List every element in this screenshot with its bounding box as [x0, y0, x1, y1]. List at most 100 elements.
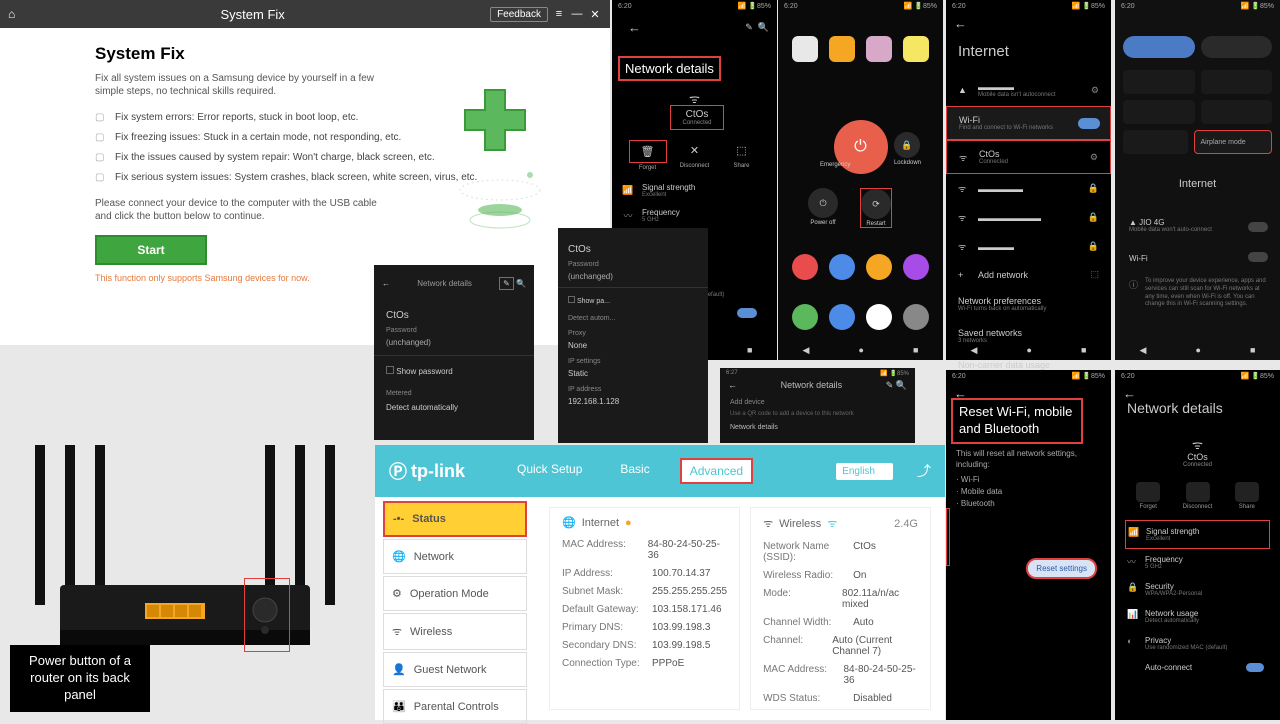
back-button[interactable]: ←: [946, 12, 1111, 35]
qs-item[interactable]: [1201, 100, 1273, 124]
qs-item[interactable]: [1123, 70, 1195, 94]
qs-item[interactable]: [1123, 100, 1195, 124]
feature-icon: ▢: [95, 132, 107, 143]
sidebar-wireless[interactable]: ᯤWireless: [383, 613, 527, 650]
qs-tile[interactable]: [1123, 36, 1195, 58]
autoconnect-toggle[interactable]: [1246, 663, 1264, 672]
share-button[interactable]: Share: [1235, 482, 1259, 510]
wifi-icon: ᯤ: [763, 516, 773, 531]
ssid-highlight: CtOsConnected: [670, 105, 724, 130]
titlebar: ⌂ System Fix Feedback ≡ — ✕: [0, 0, 610, 28]
tplink-header: Ⓟtp-link Quick Setup Basic Advanced Engl…: [375, 445, 945, 497]
app-icon[interactable]: [792, 254, 818, 280]
status-icon: -•-: [393, 513, 404, 525]
edit-icon[interactable]: ✎: [886, 380, 894, 390]
sidebar-status[interactable]: -•-Status: [383, 501, 527, 537]
signal-icon: ▲: [1129, 218, 1139, 227]
window-title: System Fix: [15, 7, 490, 22]
airplane-mode-highlight[interactable]: Airplane mode: [1194, 130, 1273, 154]
title-highlight: Network details: [618, 56, 721, 81]
wireless-panel: ᯤWirelessᯤ2.4G Network Name (SSID):CtOs …: [750, 507, 931, 710]
tab-advanced[interactable]: Advanced: [680, 458, 753, 484]
camera-icon[interactable]: [903, 304, 929, 330]
sidebar-parental-controls[interactable]: 👪Parental Controls: [383, 689, 527, 724]
feedback-button[interactable]: Feedback: [490, 7, 548, 22]
wireless-icon: ᯤ: [392, 624, 402, 639]
ssid-row[interactable]: ᯤCtOsConnected⚙: [946, 140, 1111, 174]
start-button[interactable]: Start: [95, 235, 207, 265]
disconnect-button[interactable]: ✕Disconnect: [676, 140, 714, 171]
add-network[interactable]: +Add network⬚: [946, 261, 1111, 288]
phone-icon[interactable]: [792, 304, 818, 330]
plus-illustration: [430, 60, 570, 240]
wifi-section[interactable]: Wi-FiFind and connect to Wi-Fi networks: [946, 106, 1111, 140]
app-icon[interactable]: [829, 36, 855, 62]
back-button[interactable]: ←: [382, 279, 390, 288]
sidebar-network[interactable]: 🌐Network: [383, 539, 527, 574]
menu-icon[interactable]: ≡: [552, 8, 566, 20]
ssid-settings[interactable]: ⚙: [1090, 152, 1098, 163]
messages-icon[interactable]: [829, 304, 855, 330]
feature-icon: ▢: [95, 152, 107, 163]
language-select[interactable]: English: [836, 463, 893, 480]
tab-quick-setup[interactable]: Quick Setup: [509, 458, 590, 484]
close-button[interactable]: ✕: [588, 8, 602, 21]
power-button-highlight: [244, 578, 290, 652]
tab-basic[interactable]: Basic: [612, 458, 657, 484]
parental-icon: 👪: [392, 700, 406, 713]
autoconnect-toggle[interactable]: [737, 308, 757, 318]
qs-item[interactable]: [1123, 130, 1188, 154]
app-icon[interactable]: [903, 36, 929, 62]
connect-instruction: Please connect your device to the comput…: [95, 197, 395, 223]
app-icon[interactable]: [903, 254, 929, 280]
minimize-button[interactable]: —: [570, 8, 584, 20]
tplink-logo: Ⓟtp-link: [389, 458, 465, 484]
feature-icon: ▢: [95, 172, 107, 183]
carrier-settings[interactable]: ⚙: [1091, 85, 1099, 96]
wifi-toggle[interactable]: [1078, 118, 1100, 129]
internet-title: Internet: [946, 35, 1111, 74]
guest-icon: 👤: [392, 663, 406, 676]
feature-text: Fix system errors: Error reports, stuck …: [115, 112, 358, 123]
app-icon[interactable]: [792, 36, 818, 62]
globe-icon: 🌐: [562, 516, 576, 529]
search-icon[interactable]: 🔍: [758, 22, 769, 32]
phone-network-details-2: 6:20📶 🔋85% ← Network details ᯤ CtOsConne…: [1115, 370, 1280, 720]
search-icon[interactable]: 🔍: [896, 380, 907, 390]
restart-button[interactable]: ⟳: [861, 189, 891, 219]
disconnect-button[interactable]: Disconnect: [1183, 482, 1213, 510]
mobile-data-toggle[interactable]: [1248, 222, 1268, 232]
app-icon[interactable]: [866, 36, 892, 62]
internet-sheet-title: Internet: [1115, 178, 1280, 190]
poweroff-button[interactable]: ⏻: [808, 188, 838, 218]
signal-strength-highlight: 📶Signal strengthExcellent: [1125, 520, 1270, 549]
logout-icon[interactable]: ⤴: [917, 461, 931, 481]
play-icon[interactable]: [866, 304, 892, 330]
back-button[interactable]: ←: [728, 380, 737, 391]
phone-power-menu: 6:20📶 🔋85% ⏻ 🔒 Lockdown Emergency ⏻ Powe…: [778, 0, 943, 360]
share-button[interactable]: ⬚Share: [723, 140, 761, 171]
nav-recent[interactable]: ■: [747, 345, 752, 355]
edit-icon[interactable]: ✎: [745, 22, 753, 32]
phone-internet-settings: 6:20📶 🔋85% ← Internet ▲▬▬▬▬Mobile data i…: [946, 0, 1111, 360]
sidebar-guest-network[interactable]: 👤Guest Network: [383, 652, 527, 687]
qs-item[interactable]: [1201, 70, 1273, 94]
network-icon: 🌐: [392, 550, 406, 563]
wifi-toggle[interactable]: [1248, 252, 1268, 262]
back-button[interactable]: ←: [620, 16, 649, 39]
app-icon[interactable]: [829, 254, 855, 280]
edit-icon-highlight[interactable]: ✎: [499, 277, 514, 290]
internet-panel: 🌐Internet● MAC Address:84-80-24-50-25-36…: [549, 507, 740, 710]
qs-tile[interactable]: [1201, 36, 1273, 58]
forget-button[interactable]: Forget: [1136, 482, 1160, 510]
edit-network-popup-1: ←Network details✎ 🔍 CtOs Password (uncha…: [374, 265, 534, 440]
lockdown-button[interactable]: 🔒: [894, 132, 920, 158]
nd2-title: Network details: [1127, 400, 1223, 416]
sidebar-operation-mode[interactable]: ⚙Operation Mode: [383, 576, 527, 611]
reset-settings-button[interactable]: Reset settings: [1026, 558, 1097, 579]
feature-text: Fix the issues caused by system repair: …: [115, 152, 435, 163]
edit-network-popup-3: 6:27📶 🔋85% ←Network details✎ 🔍 Add devic…: [720, 368, 915, 443]
home-icon[interactable]: ⌂: [8, 7, 15, 21]
forget-button[interactable]: 🗑Forget: [629, 140, 667, 171]
app-icon[interactable]: [866, 254, 892, 280]
